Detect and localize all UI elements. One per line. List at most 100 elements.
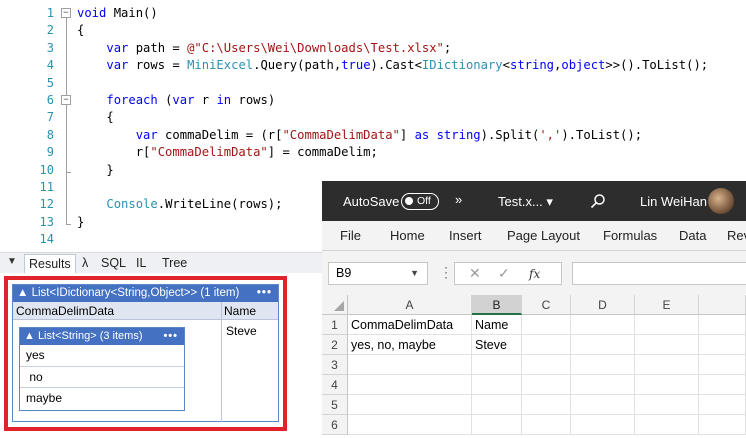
row-header[interactable]: 5 [322, 395, 348, 415]
cell-a3[interactable] [348, 355, 472, 375]
chevron-down-icon[interactable]: ▼ [410, 263, 419, 284]
code-line[interactable]: 7 { [0, 109, 746, 127]
inner-menu-icon[interactable]: ••• [163, 328, 178, 345]
cell-e6[interactable] [635, 415, 699, 435]
cell-b5[interactable] [472, 395, 522, 415]
code-line[interactable]: 9 r["CommaDelimData"] = commaDelim; [0, 144, 746, 162]
insert-function-icon[interactable]: fx [529, 267, 540, 281]
tab-lambda[interactable]: λ [82, 256, 88, 270]
code-text[interactable]: Console.WriteLine(rows); [77, 196, 282, 214]
code-line[interactable]: 8 var commaDelim = (r["CommaDelimData"] … [0, 127, 746, 145]
cell-d1[interactable] [571, 315, 635, 335]
column-header-next[interactable] [699, 295, 746, 315]
cell-next[interactable] [699, 375, 746, 395]
code-text[interactable]: { [77, 22, 84, 40]
cell-next[interactable] [699, 315, 746, 335]
code-text[interactable]: } [77, 214, 84, 232]
row-header[interactable]: 3 [322, 355, 348, 375]
cell-c4[interactable] [522, 375, 571, 395]
cell-a6[interactable] [348, 415, 472, 435]
ribbon-tab-file[interactable]: File [340, 228, 361, 243]
cell-b4[interactable] [472, 375, 522, 395]
row-header[interactable]: 6 [322, 415, 348, 435]
cell-b3[interactable] [472, 355, 522, 375]
code-text[interactable]: var commaDelim = (r["CommaDelimData"] as… [77, 127, 642, 145]
spreadsheet-grid[interactable]: A B C D E 1 CommaDelimData Name 2 yes, no, maybe S… [322, 295, 746, 438]
cell-e5[interactable] [635, 395, 699, 415]
code-line[interactable]: 2{ [0, 22, 746, 40]
formula-bar-input[interactable] [572, 262, 746, 285]
code-text[interactable]: void Main() [77, 5, 158, 23]
cell-a2[interactable]: yes, no, maybe [348, 335, 472, 355]
ribbon-tab-review[interactable]: Rev [727, 228, 746, 243]
row-header[interactable]: 4 [322, 375, 348, 395]
code-text[interactable]: { [77, 109, 113, 127]
cell-c1[interactable] [522, 315, 571, 335]
column-header-a[interactable]: A [348, 295, 472, 315]
autosave-toggle[interactable]: Off [401, 193, 439, 210]
tab-tree[interactable]: Tree [162, 256, 187, 270]
code-text[interactable]: foreach (var r in rows) [77, 92, 275, 110]
cell-next[interactable] [699, 335, 746, 355]
dump-header[interactable]: ▲ List<IDictionary<String,Object>> (1 it… [13, 285, 278, 302]
cell-e2[interactable] [635, 335, 699, 355]
cell-c5[interactable] [522, 395, 571, 415]
ribbon-tab-data[interactable]: Data [679, 228, 706, 243]
cell-c2[interactable] [522, 335, 571, 355]
code-text[interactable]: } [77, 162, 113, 180]
ribbon-tab-formulas[interactable]: Formulas [603, 228, 657, 243]
ribbon-tab-page-layout[interactable]: Page Layout [507, 228, 580, 243]
code-line[interactable]: 5 [0, 75, 746, 93]
file-name-dropdown[interactable]: Test.x... ▾ [498, 194, 553, 210]
tab-results[interactable]: Results [24, 254, 76, 273]
cell-d5[interactable] [571, 395, 635, 415]
row-header[interactable]: 2 [322, 335, 348, 355]
cell-d4[interactable] [571, 375, 635, 395]
cell-d2[interactable] [571, 335, 635, 355]
user-name[interactable]: Lin WeiHan [640, 194, 707, 209]
cell-e1[interactable] [635, 315, 699, 335]
name-box[interactable]: B9 ▼ [328, 262, 428, 285]
cell-next[interactable] [699, 395, 746, 415]
column-header-b[interactable]: B [472, 295, 522, 315]
cell-c3[interactable] [522, 355, 571, 375]
cell-next[interactable] [699, 415, 746, 435]
code-line[interactable]: 1 void Main() [0, 5, 746, 23]
tab-il[interactable]: IL [136, 256, 146, 270]
column-header-c[interactable]: C [522, 295, 571, 315]
enter-icon[interactable]: ✓ [498, 265, 510, 282]
cell-a4[interactable] [348, 375, 472, 395]
cell-e4[interactable] [635, 375, 699, 395]
cell-c6[interactable] [522, 415, 571, 435]
cell-d3[interactable] [571, 355, 635, 375]
code-line[interactable]: 6 foreach (var r in rows) [0, 92, 746, 110]
cancel-icon[interactable]: ✕ [469, 265, 481, 282]
code-text[interactable]: r["CommaDelimData"] = commaDelim; [77, 144, 378, 162]
cell-a1[interactable]: CommaDelimData [348, 315, 472, 335]
cell-d6[interactable] [571, 415, 635, 435]
column-header-e[interactable]: E [635, 295, 699, 315]
ribbon-tab-insert[interactable]: Insert [449, 228, 482, 243]
search-icon[interactable] [590, 193, 606, 212]
collapse-results-icon[interactable]: ▼ [7, 256, 17, 267]
dump-menu-icon[interactable]: ••• [257, 285, 272, 302]
cell-e3[interactable] [635, 355, 699, 375]
select-all-corner[interactable] [322, 295, 348, 315]
more-commands-icon[interactable]: » [455, 192, 462, 207]
code-line[interactable]: 3 var path = @"C:\Users\Wei\Downloads\Te… [0, 40, 746, 58]
inner-list-header[interactable]: ▲ List<String> (3 items) ••• [20, 328, 184, 345]
cell-b6[interactable] [472, 415, 522, 435]
column-header-d[interactable]: D [571, 295, 635, 315]
cell-b2[interactable]: Steve [472, 335, 522, 355]
tab-sql[interactable]: SQL [101, 256, 126, 270]
code-text[interactable]: var path = @"C:\Users\Wei\Downloads\Test… [77, 40, 451, 58]
code-line[interactable]: 10 } [0, 162, 746, 180]
cell-a5[interactable] [348, 395, 472, 415]
user-avatar[interactable] [708, 188, 734, 214]
row-header[interactable]: 1 [322, 315, 348, 335]
ribbon-tab-home[interactable]: Home [390, 228, 425, 243]
code-line[interactable]: 4 var rows = MiniExcel.Query(path,true).… [0, 57, 746, 75]
code-text[interactable]: var rows = MiniExcel.Query(path,true).Ca… [77, 57, 708, 75]
cell-b1[interactable]: Name [472, 315, 522, 335]
cell-next[interactable] [699, 355, 746, 375]
